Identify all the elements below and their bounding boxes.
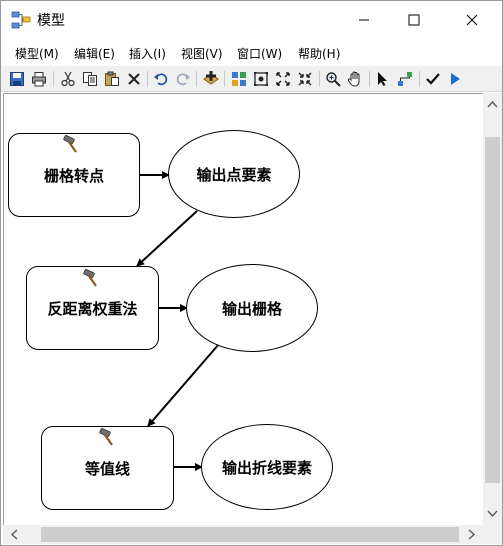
vertical-scrollbar[interactable] — [483, 93, 502, 525]
undo-icon — [154, 73, 168, 86]
delete-button[interactable] — [125, 70, 143, 88]
zoom-button[interactable] — [324, 70, 342, 88]
paste-icon — [105, 71, 119, 86]
hammer-icon — [83, 269, 97, 287]
hammer-icon — [63, 135, 77, 153]
close-icon — [466, 14, 478, 26]
title-bar[interactable]: 模型 — [1, 1, 502, 39]
undo-button[interactable] — [152, 70, 170, 88]
menu-edit[interactable]: 编辑(E) — [74, 45, 115, 62]
save-icon — [10, 72, 24, 86]
zoom-in-fixed-button[interactable] — [274, 70, 292, 88]
auto-layout-icon — [232, 72, 246, 86]
toolbar — [1, 66, 502, 92]
scroll-down-arrow-icon[interactable] — [483, 505, 502, 522]
connector-data1-tool2[interactable] — [136, 210, 198, 267]
model-builder-window: 模型 模型(M) 编辑(E) 插入(I) 视图(V) 窗口(W) 帮助(H) 栅… — [0, 0, 503, 546]
scroll-up-arrow-icon[interactable] — [483, 96, 502, 113]
full-extent-icon — [254, 72, 268, 86]
cut-icon — [61, 71, 75, 87]
connect-icon — [398, 72, 412, 86]
redo-button[interactable] — [174, 70, 192, 88]
run-icon — [451, 73, 460, 85]
tool-node-label: 栅格转点 — [43, 166, 104, 185]
model-app-icon — [11, 11, 31, 29]
copy-icon — [83, 72, 97, 86]
tool-node-label: 等值线 — [84, 459, 130, 478]
print-button[interactable] — [30, 70, 48, 88]
connect-button[interactable] — [396, 70, 414, 88]
redo-icon — [176, 73, 190, 86]
delete-icon — [128, 73, 140, 85]
menu-view[interactable]: 视图(V) — [181, 45, 223, 62]
menu-help[interactable]: 帮助(H) — [298, 45, 340, 62]
zoom-in-fixed-icon — [276, 72, 290, 86]
menu-window[interactable]: 窗口(W) — [237, 45, 282, 62]
scroll-left-arrow-icon[interactable] — [6, 525, 23, 544]
pan-icon — [347, 71, 360, 87]
scrollbar-corner — [483, 525, 502, 544]
data-node-label: 输出点要素 — [196, 165, 272, 184]
add-data-button[interactable] — [202, 70, 220, 88]
menu-model[interactable]: 模型(M) — [15, 45, 59, 62]
full-extent-button[interactable] — [252, 70, 270, 88]
close-button[interactable] — [449, 1, 495, 39]
scroll-right-arrow-icon[interactable] — [463, 525, 480, 544]
horizontal-scrollbar[interactable] — [3, 525, 483, 544]
zoom-out-fixed-icon — [298, 72, 312, 86]
minimize-button[interactable] — [341, 1, 387, 39]
copy-button[interactable] — [81, 70, 99, 88]
validate-icon — [426, 73, 440, 85]
paste-button[interactable] — [103, 70, 121, 88]
data-node-output-polylines[interactable]: 输出折线要素 — [201, 424, 333, 510]
print-icon — [32, 72, 46, 87]
zoom-out-fixed-button[interactable] — [296, 70, 314, 88]
select-icon — [378, 72, 387, 86]
data-node-label: 输出栅格 — [221, 299, 282, 318]
select-button[interactable] — [374, 70, 392, 88]
minimize-icon — [359, 19, 369, 21]
cut-button[interactable] — [59, 70, 77, 88]
zoom-icon — [326, 72, 341, 87]
data-node-output-points[interactable]: 输出点要素 — [168, 130, 300, 218]
menu-bar: 模型(M) 编辑(E) 插入(I) 视图(V) 窗口(W) 帮助(H) — [1, 42, 502, 64]
tool-node-label: 反距离权重法 — [47, 299, 138, 318]
vertical-scroll-thumb[interactable] — [485, 137, 500, 483]
save-button[interactable] — [8, 70, 26, 88]
validate-button[interactable] — [424, 70, 442, 88]
window-title: 模型 — [37, 13, 65, 29]
model-canvas[interactable]: 栅格转点 输出点要素 反距离权重法 输出栅格 等值线 输出折线要素 — [3, 93, 483, 525]
auto-layout-button[interactable] — [230, 70, 248, 88]
maximize-button[interactable] — [391, 1, 437, 39]
horizontal-scroll-thumb[interactable] — [41, 527, 459, 542]
maximize-icon — [408, 14, 420, 26]
data-node-label: 输出折线要素 — [221, 458, 312, 477]
menu-insert[interactable]: 插入(I) — [129, 45, 166, 62]
connector-data2-tool3[interactable] — [147, 343, 220, 427]
add-data-icon — [203, 71, 219, 85]
hammer-icon — [99, 428, 113, 446]
pan-button[interactable] — [346, 70, 364, 88]
data-node-output-raster[interactable]: 输出栅格 — [186, 264, 318, 352]
run-button[interactable] — [446, 70, 464, 88]
